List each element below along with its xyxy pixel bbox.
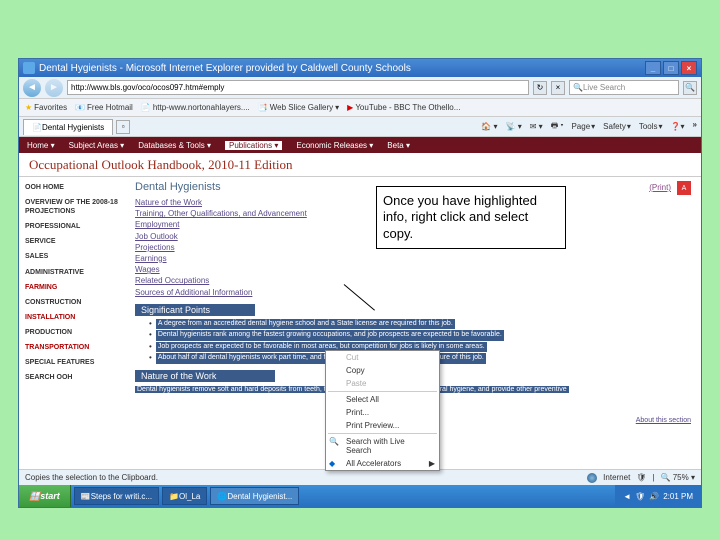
fav-link[interactable]: 📄 http-www.nortonahlayers.... — [141, 103, 250, 112]
site-nav: Home ▾ Subject Areas ▾ Databases & Tools… — [19, 137, 701, 153]
sidebar-item[interactable]: FARMING — [25, 283, 121, 292]
sidebar-item[interactable]: SERVICE — [25, 237, 121, 246]
nav-item[interactable]: Subject Areas ▾ — [69, 141, 125, 150]
clock: 2:01 PM — [663, 492, 693, 501]
menu-print[interactable]: Print... — [326, 406, 439, 419]
nav-item-active[interactable]: Publications ▾ — [225, 141, 282, 150]
home-button[interactable]: 🏠 ▾ — [481, 120, 497, 134]
zoom-level[interactable]: 🔍 75% ▾ — [661, 473, 695, 482]
sidebar-item[interactable]: OVERVIEW OF THE 2008-18 PROJECTIONS — [25, 198, 121, 216]
sidebar-item[interactable]: ADMINISTRATIVE — [25, 268, 121, 277]
forward-button[interactable]: ► — [45, 79, 63, 97]
taskbar-item[interactable]: 📰 Steps for writi.c... — [74, 487, 159, 505]
search-go[interactable]: 🔍 — [683, 81, 697, 95]
instruction-callout: Once you have highlighted info, right cl… — [376, 186, 566, 249]
nature-heading: Nature of the Work — [135, 370, 275, 382]
highlighted-text[interactable]: A degree from an accredited dental hygie… — [156, 319, 455, 330]
feeds-button[interactable]: 📡 ▾ — [506, 120, 522, 134]
section-link[interactable]: Wages — [135, 264, 693, 275]
print-link[interactable]: (Print) — [649, 183, 671, 192]
favorites-button[interactable]: ★Favorites — [25, 103, 67, 112]
sidebar-item[interactable]: OOH HOME — [25, 183, 121, 192]
print-button[interactable]: 🖶 ▾ — [551, 120, 564, 134]
page-heading: Occupational Outlook Handbook, 2010-11 E… — [19, 153, 701, 177]
mail-button[interactable]: ✉ ▾ — [530, 120, 543, 134]
sidebar-item[interactable]: TRANSPORTATION — [25, 343, 121, 352]
titlebar: Dental Hygienists - Microsoft Internet E… — [19, 59, 701, 77]
start-button[interactable]: 🪟 start — [19, 485, 71, 507]
zone-label: Internet — [603, 473, 630, 482]
help-button[interactable]: ❓▾ — [671, 120, 685, 134]
status-bar: Copies the selection to the Clipboard. I… — [19, 469, 701, 485]
favorites-bar: ★Favorites 📧 Free Hotmail 📄 http-www.nor… — [19, 99, 701, 117]
section-link[interactable]: Related Occupations — [135, 275, 693, 286]
back-button[interactable]: ◄ — [23, 79, 41, 97]
sidebar-item[interactable]: PRODUCTION — [25, 328, 121, 337]
section-link[interactable]: Sources of Additional Information — [135, 287, 693, 298]
nav-item[interactable]: Databases & Tools ▾ — [138, 141, 211, 150]
taskbar: 🪟 start 📰 Steps for writi.c... 📁 Ol_La 🌐… — [19, 485, 701, 507]
sidebar-item[interactable]: SPECIAL FEATURES — [25, 358, 121, 367]
sidebar-item[interactable]: INSTALLATION — [25, 313, 121, 322]
window-title: Dental Hygienists - Microsoft Internet E… — [39, 63, 411, 74]
refresh-button[interactable]: ↻ — [533, 81, 547, 95]
highlighted-text[interactable]: Dental hygienists rank among the fastest… — [156, 330, 504, 341]
menu-cut: Cut — [326, 351, 439, 364]
new-tab-button[interactable]: ▫ — [116, 120, 130, 134]
search-input[interactable]: 🔍 Live Search — [569, 80, 679, 95]
menu-paste: Paste — [326, 377, 439, 390]
tools-menu[interactable]: Tools ▾ — [639, 120, 663, 134]
tab-bar: 📄 Dental Hygienists ▫ 🏠 ▾ 📡 ▾ ✉ ▾ 🖶 ▾ Pa… — [19, 117, 701, 137]
section-link[interactable]: Earnings — [135, 253, 693, 264]
sidebar-item[interactable]: PROFESSIONAL — [25, 222, 121, 231]
about-section-link[interactable]: About this section — [636, 417, 691, 424]
menu-copy[interactable]: Copy — [326, 364, 439, 377]
sidebar-item[interactable]: CONSTRUCTION — [25, 298, 121, 307]
stop-button[interactable]: × — [551, 81, 565, 95]
status-text: Copies the selection to the Clipboard. — [25, 473, 158, 482]
system-tray[interactable]: ◄🛡🔊 2:01 PM — [615, 485, 701, 507]
ie-icon — [23, 62, 35, 74]
context-menu: Cut Copy Paste Select All Print... Print… — [325, 350, 440, 471]
left-sidebar: OOH HOME OVERVIEW OF THE 2008-18 PROJECT… — [19, 177, 127, 469]
fav-link[interactable]: 📑 Web Slice Gallery ▾ — [258, 103, 339, 112]
protect-icon: 🛡 — [636, 473, 646, 482]
menu-select-all[interactable]: Select All — [326, 393, 439, 406]
fav-link[interactable]: ▶ YouTube - BBC The Othello... — [347, 103, 460, 112]
fav-link[interactable]: 📧 Free Hotmail — [75, 103, 133, 112]
page-menu[interactable]: Page ▾ — [571, 120, 595, 134]
globe-icon — [587, 473, 597, 483]
menu-search-live[interactable]: 🔍Search with Live Search — [326, 435, 439, 457]
sidebar-item[interactable]: SEARCH OOH — [25, 373, 121, 382]
address-bar: ◄ ► http://www.bls.gov/oco/ocos097.htm#e… — [19, 77, 701, 99]
nav-item[interactable]: Beta ▾ — [387, 141, 410, 150]
sidebar-item[interactable]: SALES — [25, 252, 121, 261]
pdf-icon[interactable]: A — [677, 181, 691, 195]
menu-print-preview[interactable]: Print Preview... — [326, 419, 439, 432]
taskbar-item-active[interactable]: 🌐 Dental Hygienist... — [210, 487, 299, 505]
maximize-button[interactable]: □ — [663, 61, 679, 75]
significant-points-heading: Significant Points — [135, 304, 255, 316]
tab-active[interactable]: 📄 Dental Hygienists — [23, 119, 113, 135]
nav-item[interactable]: Economic Releases ▾ — [296, 141, 373, 150]
minimize-button[interactable]: _ — [645, 61, 661, 75]
nav-item[interactable]: Home ▾ — [27, 141, 55, 150]
close-button[interactable]: × — [681, 61, 697, 75]
taskbar-item[interactable]: 📁 Ol_La — [162, 487, 207, 505]
safety-menu[interactable]: Safety ▾ — [603, 120, 631, 134]
url-input[interactable]: http://www.bls.gov/oco/ocos097.htm#emply — [67, 80, 529, 95]
menu-accelerators[interactable]: ◆All Accelerators▶ — [326, 457, 439, 470]
